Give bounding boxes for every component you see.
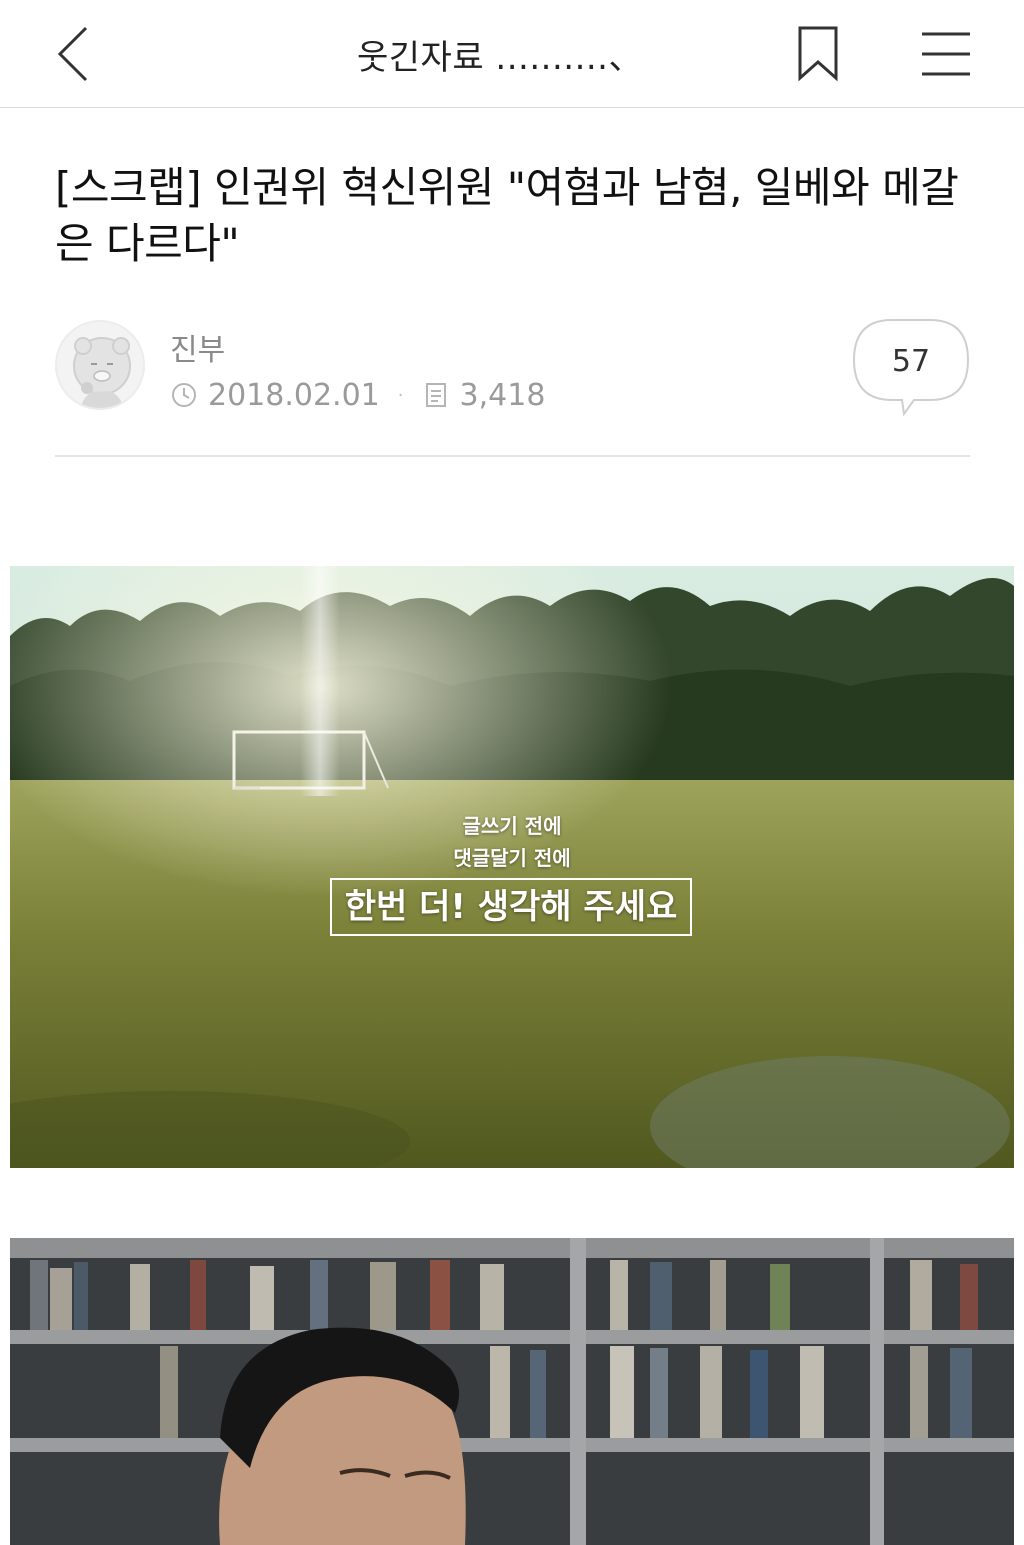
avatar-character-icon: [73, 337, 131, 408]
views-icon: [425, 383, 446, 407]
article-image-person: [10, 1238, 1014, 1545]
article-image-field: 글쓰기 전에 댓글달기 전에 한번 더! 생각해 주세요: [10, 566, 1014, 1168]
back-button[interactable]: [50, 22, 110, 86]
article-meta: 2018.02.01 · 3,418: [170, 375, 545, 415]
back-icon: [57, 26, 88, 82]
comment-button[interactable]: 57: [852, 318, 970, 418]
overlay-line1: 글쓰기 전에: [462, 814, 562, 838]
top-bar: 웃긴자료 ..........、: [0, 0, 1024, 108]
bookmark-icon: [798, 26, 838, 82]
bookmark-button[interactable]: [792, 24, 844, 84]
article-title: [스크랩] 인권위 혁신위원 "여혐과 남혐, 일베와 메갈은 다르다": [55, 163, 959, 268]
page-title: 웃긴자료 ..........、: [356, 38, 643, 78]
overlay-line2: 댓글달기 전에: [453, 846, 571, 870]
menu-button[interactable]: [918, 26, 974, 82]
avatar[interactable]: [55, 320, 145, 410]
meta-separator: ·: [397, 384, 404, 406]
comment-count: 57: [891, 344, 931, 379]
author-name[interactable]: 진부: [170, 325, 225, 369]
menu-icon: [922, 32, 970, 76]
divider: [55, 455, 970, 457]
post-date: 2018.02.01: [208, 377, 380, 413]
person-photo: [10, 1238, 1014, 1545]
clock-icon: [172, 383, 196, 407]
overlay-boxed-text: 한번 더! 생각해 주세요: [330, 878, 692, 936]
view-count: 3,418: [459, 377, 546, 413]
